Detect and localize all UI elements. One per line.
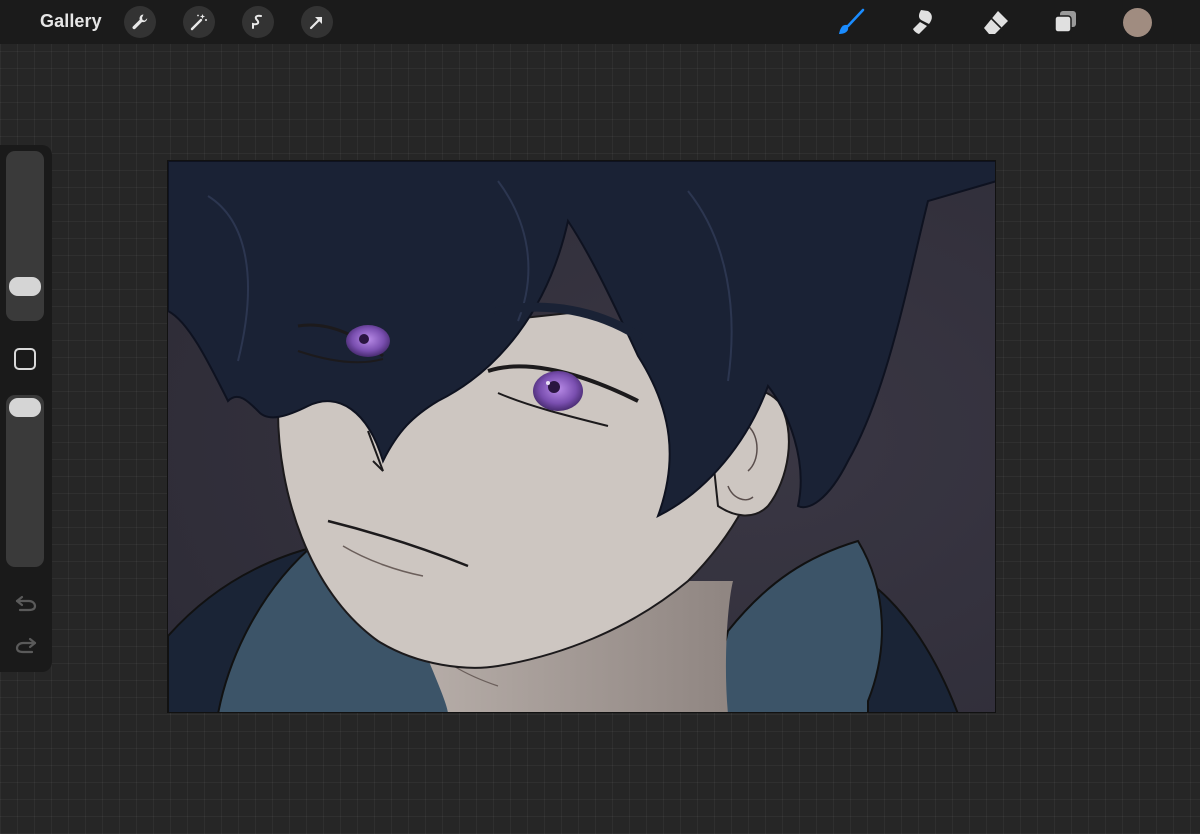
transform-arrow-icon (309, 16, 323, 30)
left-sidebar (0, 145, 52, 672)
gallery-button[interactable]: Gallery (40, 11, 102, 32)
transform-button[interactable] (301, 6, 333, 38)
undo-icon (15, 595, 37, 612)
redo-icon (15, 637, 37, 654)
layers-button[interactable] (1051, 7, 1081, 37)
brush-icon (839, 8, 865, 34)
undo-button[interactable] (14, 593, 38, 613)
smudge-icon (913, 10, 932, 34)
artwork-illustration (168, 161, 995, 712)
color-picker-button[interactable] (1123, 8, 1152, 37)
wrench-icon (132, 14, 148, 30)
top-toolbar: Gallery (0, 0, 1200, 44)
brush-size-handle[interactable] (9, 277, 41, 297)
eraser-tool-button[interactable] (981, 7, 1011, 37)
selection-icon (252, 14, 262, 29)
redo-button[interactable] (14, 635, 38, 655)
opacity-handle[interactable] (9, 398, 41, 417)
actions-wrench-button[interactable] (124, 6, 156, 38)
drawing-canvas[interactable] (167, 160, 996, 713)
smudge-tool-button[interactable] (909, 7, 939, 37)
eraser-icon (984, 11, 1008, 34)
brush-size-slider[interactable] (6, 151, 44, 321)
modify-button[interactable] (14, 348, 36, 370)
magic-wand-icon (190, 14, 207, 31)
adjustments-button[interactable] (183, 6, 215, 38)
brush-tool-button[interactable] (836, 7, 866, 37)
layers-icon (1054, 11, 1076, 33)
selection-button[interactable] (242, 6, 274, 38)
opacity-slider[interactable] (6, 395, 44, 567)
